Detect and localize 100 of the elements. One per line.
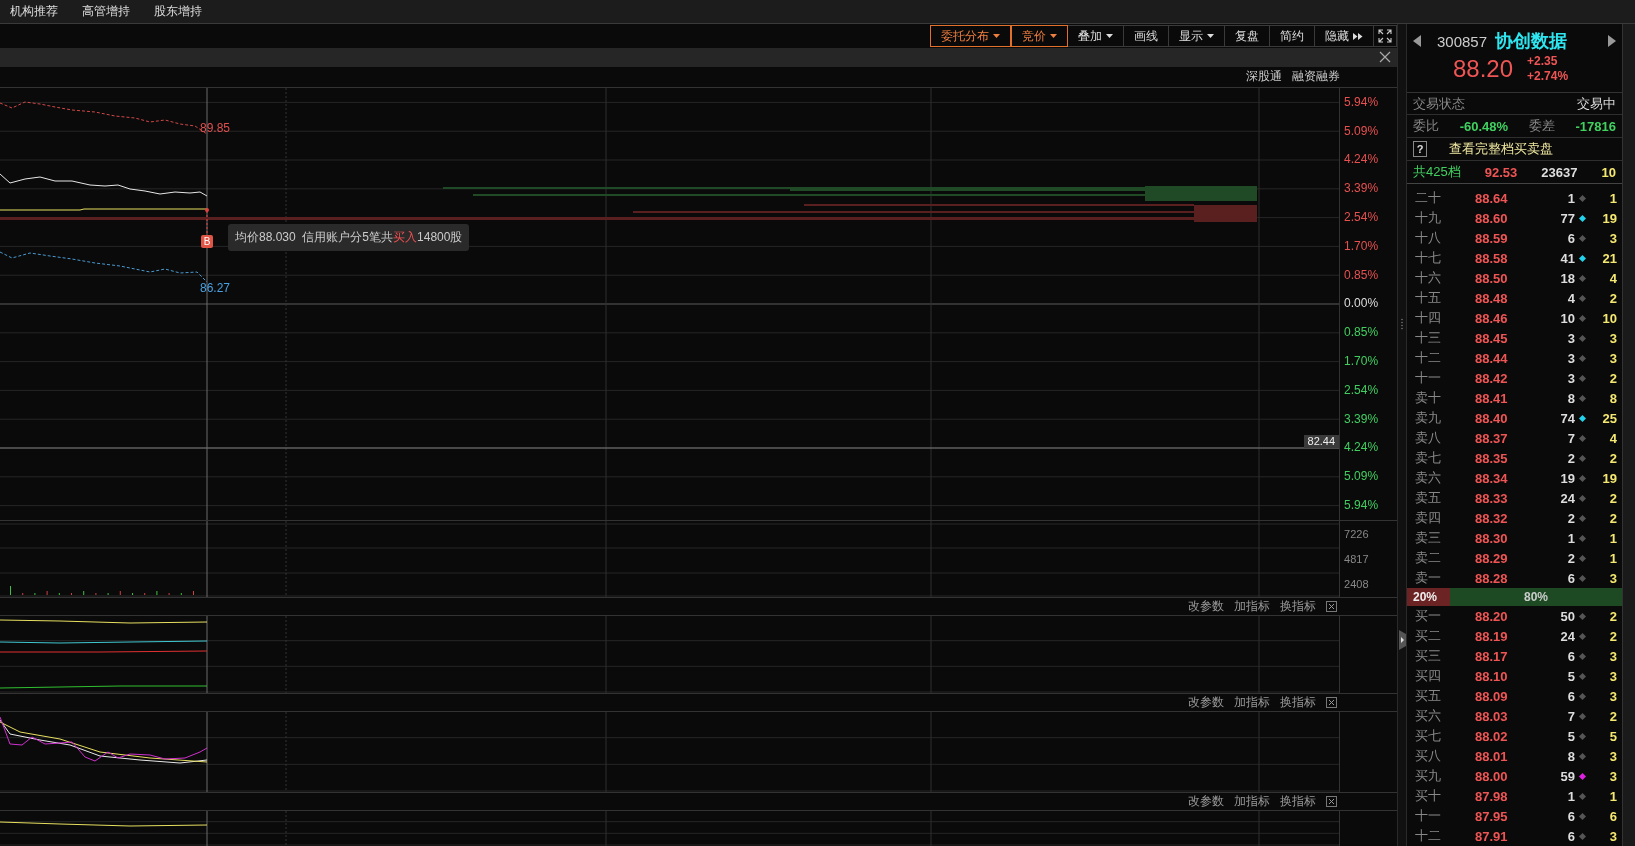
axis-label: 2.54% xyxy=(1344,383,1379,397)
order-count: 21 xyxy=(1601,250,1617,266)
toolbar-button[interactable]: 竞价 xyxy=(1011,25,1068,48)
indicator-action-link[interactable]: 加指标 xyxy=(1234,598,1270,615)
order-volume: 5 xyxy=(1566,728,1575,744)
order-price: 87.98 xyxy=(1475,788,1509,804)
status-label: 交易状态 xyxy=(1413,94,1465,113)
menu-item[interactable]: 机构推荐 xyxy=(10,3,58,20)
toolbar-button[interactable]: 画线 xyxy=(1124,25,1169,48)
ratio-label: 委比 xyxy=(1413,117,1439,136)
order-price: 88.17 xyxy=(1475,648,1509,664)
order-count: 8 xyxy=(1608,390,1617,406)
level-label: 卖一 xyxy=(1415,569,1442,587)
order-count: 2 xyxy=(1608,290,1617,306)
order-price: 88.20 xyxy=(1475,608,1509,624)
level-label: 十九 xyxy=(1415,209,1442,227)
indicator-action-link[interactable]: 换指标 xyxy=(1280,598,1316,615)
toolbar-button[interactable]: 叠加 xyxy=(1068,25,1124,48)
order-price: 88.10 xyxy=(1475,668,1509,684)
difference-value: -17816 xyxy=(1575,118,1616,134)
close-icon[interactable] xyxy=(1379,51,1391,64)
indicator-action-link[interactable]: 换指标 xyxy=(1280,793,1316,810)
order-volume: 6 xyxy=(1566,230,1575,246)
order-volume: 1 xyxy=(1566,190,1575,206)
trade-point-drawing xyxy=(205,208,209,236)
order-price: 88.50 xyxy=(1475,270,1509,286)
axis-label: 5.09% xyxy=(1344,124,1379,138)
indicator-action-link[interactable]: 加指标 xyxy=(1234,694,1270,711)
order-price: 87.95 xyxy=(1475,808,1509,824)
fullscreen-button[interactable] xyxy=(1374,25,1397,48)
market-tag[interactable]: 融资融券 xyxy=(1292,68,1340,86)
tooltip: 均价88.030 信用账户分5笔共买入14800股 xyxy=(228,224,470,251)
toolbar-button[interactable]: 显示 xyxy=(1169,25,1225,48)
order-volume: 19 xyxy=(1559,470,1575,486)
order-price: 88.44 xyxy=(1475,350,1509,366)
order-count: 1 xyxy=(1608,550,1617,566)
order-volume: 1 xyxy=(1566,788,1575,804)
order-volume: 74 xyxy=(1559,410,1575,426)
order-price: 88.33 xyxy=(1475,490,1509,506)
level-label: 卖三 xyxy=(1415,529,1442,547)
menu-item[interactable]: 高管增持 xyxy=(82,3,130,20)
order-price: 88.02 xyxy=(1475,728,1509,744)
menu-item[interactable]: 股东增持 xyxy=(154,3,202,20)
full-order-book-link[interactable]: 查看完整档买卖盘 xyxy=(1449,140,1553,159)
close-icon[interactable] xyxy=(1326,601,1337,612)
toolbar-button[interactable]: 委托分布 xyxy=(930,25,1011,48)
indicator-action-link[interactable]: 改参数 xyxy=(1188,793,1224,810)
crosshair-line xyxy=(206,811,208,846)
order-count: 2 xyxy=(1608,370,1617,386)
axis-label: 0.85% xyxy=(1344,268,1379,282)
order-count: 2 xyxy=(1608,708,1617,724)
order-volume: 59 xyxy=(1559,768,1575,784)
next-arrow-icon[interactable] xyxy=(1608,35,1616,47)
collapse-handle-icon[interactable] xyxy=(1398,630,1406,650)
level-label: 买一 xyxy=(1415,607,1442,625)
buy-marker[interactable]: B xyxy=(201,235,213,248)
level-label: 卖五 xyxy=(1415,489,1442,507)
indicator-action-link[interactable]: 改参数 xyxy=(1188,598,1224,615)
level-label: 卖二 xyxy=(1415,549,1442,567)
toolbar-button[interactable]: 隐藏 xyxy=(1315,25,1374,48)
order-count: 3 xyxy=(1608,668,1617,684)
order-count: 2 xyxy=(1608,510,1617,526)
price-label: 86.27 xyxy=(200,281,231,295)
toolbar-button[interactable]: 复盘 xyxy=(1225,25,1270,48)
order-price: 87.91 xyxy=(1475,828,1509,844)
order-volume: 1 xyxy=(1566,530,1575,546)
order-price: 88.30 xyxy=(1475,530,1509,546)
axis-label: 5.09% xyxy=(1344,470,1379,484)
order-price: 88.46 xyxy=(1475,310,1509,326)
toolbar-button[interactable]: 简约 xyxy=(1270,25,1315,48)
indicator-action-link[interactable]: 加指标 xyxy=(1234,793,1270,810)
order-count: 25 xyxy=(1601,410,1617,426)
order-volume: 18 xyxy=(1559,270,1575,286)
grip-icon[interactable] xyxy=(1400,318,1404,330)
order-volume: 2 xyxy=(1566,510,1575,526)
order-count: 5 xyxy=(1608,728,1617,744)
help-icon[interactable]: ? xyxy=(1413,141,1427,158)
indicator-action-link[interactable]: 换指标 xyxy=(1280,694,1316,711)
order-volume: 3 xyxy=(1566,350,1575,366)
market-tag[interactable]: 深股通 xyxy=(1246,68,1282,86)
price-label: 89.85 xyxy=(200,121,231,135)
order-volume: 6 xyxy=(1566,688,1575,704)
close-icon[interactable] xyxy=(1326,796,1337,807)
order-count: 3 xyxy=(1608,768,1617,784)
order-price: 88.32 xyxy=(1475,510,1509,526)
level-label: 卖十 xyxy=(1415,389,1442,407)
order-count: 3 xyxy=(1608,828,1617,844)
stock-name: 协创数据 xyxy=(1495,30,1569,53)
level-label: 买十 xyxy=(1415,787,1442,805)
order-volume: 7 xyxy=(1566,708,1575,724)
indicator-action-link[interactable]: 改参数 xyxy=(1188,694,1224,711)
stock-code: 300857 xyxy=(1437,32,1488,50)
order-count: 6 xyxy=(1608,808,1617,824)
close-icon[interactable] xyxy=(1326,697,1337,708)
order-count: 19 xyxy=(1601,210,1617,226)
order-volume: 2 xyxy=(1566,450,1575,466)
previous-arrow-icon[interactable] xyxy=(1413,35,1421,47)
order-price: 88.48 xyxy=(1475,290,1509,306)
level-label: 卖九 xyxy=(1415,409,1442,427)
order-price: 88.35 xyxy=(1475,450,1509,466)
